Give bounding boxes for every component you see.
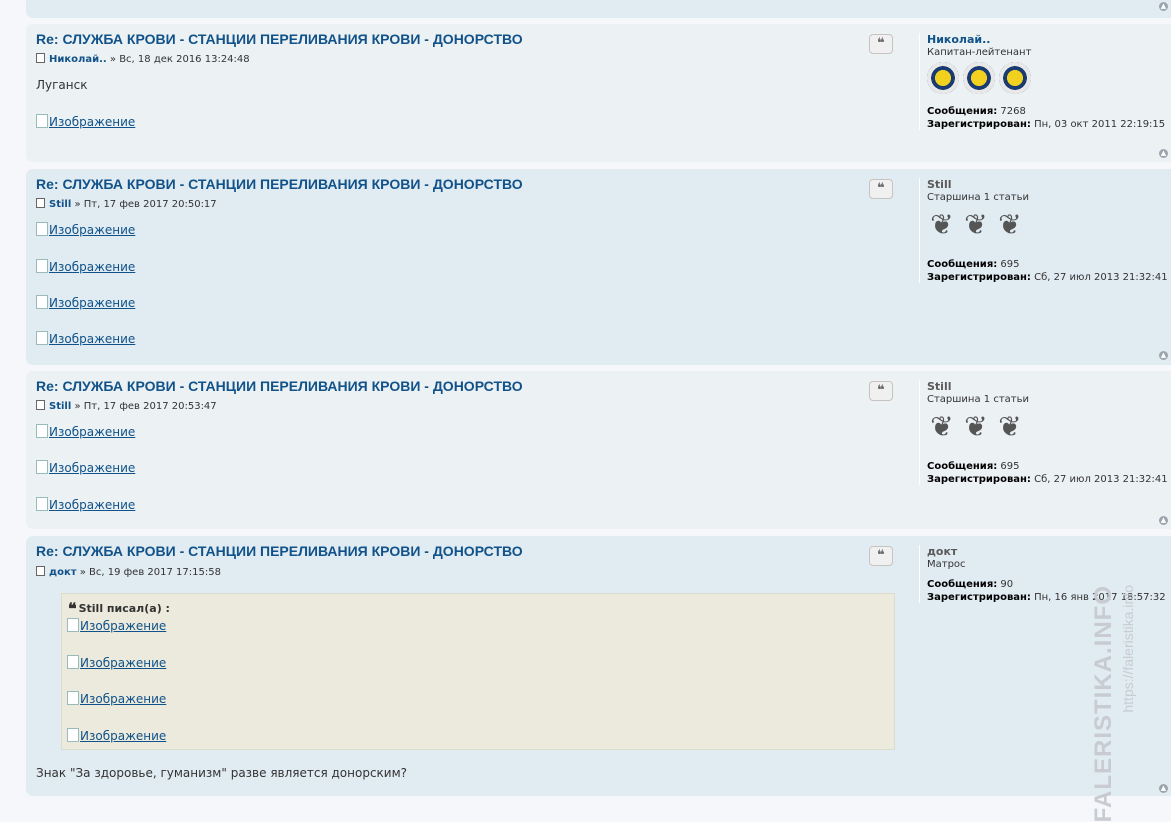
profile-name[interactable]: докт: [927, 545, 1171, 558]
post-icon: [36, 198, 45, 208]
anchor-badge-icon: ⚓: [999, 62, 1031, 94]
profile-name[interactable]: Still: [927, 178, 1171, 191]
broken-image-icon: [36, 424, 48, 438]
image-link[interactable]: Изображение: [36, 460, 135, 475]
post-date: » Вс, 19 фев 2017 17:15:58: [76, 567, 221, 578]
anchor-badge-icon: ⚓: [927, 62, 959, 94]
post-author[interactable]: Still: [49, 401, 71, 412]
profile-messages: Сообщения: 695: [927, 461, 1020, 472]
broken-image-icon: [36, 259, 48, 273]
rank-stripe-icon: ❦: [998, 410, 1022, 443]
profile-messages: Сообщения: 7268: [927, 106, 1026, 117]
image-link[interactable]: Изображение: [36, 114, 135, 129]
author-profile: Still Старшина 1 статьи ❦ ❦ ❦ Сообщения:…: [919, 380, 1171, 485]
profile-messages: Сообщения: 695: [927, 259, 1020, 270]
image-link[interactable]: Изображение: [67, 691, 166, 706]
back-to-top-icon[interactable]: ▲: [1159, 784, 1168, 793]
post-4: Re: СЛУЖБА КРОВИ - СТАНЦИИ ПЕРЕЛИВАНИЯ К…: [26, 536, 1171, 796]
post-title[interactable]: Re: СЛУЖБА КРОВИ - СТАНЦИИ ПЕРЕЛИВАНИЯ К…: [36, 31, 523, 47]
post-author-line: Still » Пт, 17 фев 2017 20:53:47: [36, 400, 217, 412]
rank-stripe-icon: ❦: [964, 208, 988, 241]
image-link[interactable]: Изображение: [36, 331, 135, 346]
image-link[interactable]: Изображение: [36, 259, 135, 274]
post-title[interactable]: Re: СЛУЖБА КРОВИ - СТАНЦИИ ПЕРЕЛИВАНИЯ К…: [36, 543, 523, 559]
post-icon: [36, 400, 45, 410]
post-date: » Вс, 18 дек 2016 13:24:48: [106, 54, 250, 65]
profile-rank: Матрос: [927, 559, 966, 570]
quote-mark-icon: ❝: [68, 599, 77, 618]
profile-rank: Старшина 1 статьи: [927, 394, 1029, 405]
rank-insignia: ❦ ❦ ❦: [927, 203, 1171, 251]
broken-image-icon: [36, 331, 48, 345]
broken-image-icon: [36, 114, 48, 128]
post-author-line: Николай.. » Вс, 18 дек 2016 13:24:48: [36, 53, 250, 65]
rank-stripe-icon: ❦: [964, 410, 988, 443]
rank-stripe-icon: ❦: [998, 208, 1022, 241]
image-link[interactable]: Изображение: [36, 424, 135, 439]
profile-registered: Зарегистрирован: Пн, 03 окт 2011 22:19:1…: [927, 119, 1166, 130]
post-author[interactable]: Still: [49, 199, 71, 210]
left-margin: [0, 0, 26, 796]
watermark-url: https://faleristika.info: [1120, 585, 1136, 713]
broken-image-icon: [36, 222, 48, 236]
back-to-top-icon[interactable]: ▲: [1159, 351, 1168, 360]
quote-button[interactable]: ❝: [869, 381, 893, 401]
quote-button[interactable]: ❝: [869, 34, 893, 54]
quote-block: ❝ Still писал(а) : Изображение Изображени…: [61, 593, 895, 750]
post-text: Луганск: [36, 78, 88, 92]
profile-rank: Старшина 1 статьи: [927, 192, 1029, 203]
post-date: » Пт, 17 фев 2017 20:50:17: [71, 199, 217, 210]
broken-image-icon: [67, 728, 79, 742]
image-link[interactable]: Изображение: [67, 618, 166, 633]
post-2: Re: СЛУЖБА КРОВИ - СТАНЦИИ ПЕРЕЛИВАНИЯ К…: [26, 169, 1171, 365]
profile-rank: Капитан-лейтенант: [927, 47, 1032, 58]
author-profile: Still Старшина 1 статьи ❦ ❦ ❦ Сообщения:…: [919, 178, 1171, 283]
post-icon: [36, 566, 45, 576]
post-title[interactable]: Re: СЛУЖБА КРОВИ - СТАНЦИИ ПЕРЕЛИВАНИЯ К…: [36, 378, 523, 394]
post-title[interactable]: Re: СЛУЖБА КРОВИ - СТАНЦИИ ПЕРЕЛИВАНИЯ К…: [36, 176, 523, 192]
post-1: Re: СЛУЖБА КРОВИ - СТАНЦИИ ПЕРЕЛИВАНИЯ К…: [26, 24, 1171, 162]
watermark-text: FALERISTIKA.INFO: [1090, 585, 1117, 822]
quote-button[interactable]: ❝: [869, 546, 893, 566]
rank-insignia: ⚓ ⚓ ⚓: [927, 62, 1171, 102]
image-link[interactable]: Изображение: [36, 295, 135, 310]
post-partial: ▲: [26, 0, 1171, 18]
broken-image-icon: [36, 460, 48, 474]
quote-author: ❝ Still писал(а) :: [68, 599, 170, 618]
post-author[interactable]: Николай..: [49, 54, 107, 65]
post-author-line: докт » Вс, 19 фев 2017 17:15:58: [36, 566, 221, 578]
anchor-badge-icon: ⚓: [963, 62, 995, 94]
profile-registered: Зарегистрирован: Сб, 27 июл 2013 21:32:4…: [927, 272, 1168, 283]
post-icon: [36, 53, 45, 63]
author-profile: Николай.. Капитан-лейтенант ⚓ ⚓ ⚓ Сообще…: [919, 33, 1171, 130]
quote-button[interactable]: ❝: [869, 179, 893, 199]
back-to-top-icon[interactable]: ▲: [1159, 2, 1168, 11]
back-to-top-icon[interactable]: ▲: [1159, 149, 1168, 158]
broken-image-icon: [67, 618, 79, 632]
broken-image-icon: [67, 655, 79, 669]
back-to-top-icon[interactable]: ▲: [1159, 516, 1168, 525]
profile-name[interactable]: Николай..: [927, 33, 1171, 46]
post-author[interactable]: докт: [49, 567, 77, 578]
image-link[interactable]: Изображение: [36, 497, 135, 512]
broken-image-icon: [67, 691, 79, 705]
rank-stripe-icon: ❦: [930, 410, 954, 443]
profile-registered: Зарегистрирован: Сб, 27 июл 2013 21:32:4…: [927, 474, 1168, 485]
rank-insignia: ❦ ❦ ❦: [927, 405, 1171, 453]
watermark: FALERISTIKA.INFO https://faleristika.inf…: [1090, 585, 1150, 822]
rank-stripe-icon: ❦: [930, 208, 954, 241]
post-3: Re: СЛУЖБА КРОВИ - СТАНЦИИ ПЕРЕЛИВАНИЯ К…: [26, 371, 1171, 529]
broken-image-icon: [36, 497, 48, 511]
post-text: Знак "За здоровье, гуманизм" разве являе…: [36, 766, 408, 780]
broken-image-icon: [36, 295, 48, 309]
image-link[interactable]: Изображение: [67, 655, 166, 670]
image-link[interactable]: Изображение: [36, 222, 135, 237]
post-author-line: Still » Пт, 17 фев 2017 20:50:17: [36, 198, 217, 210]
post-date: » Пт, 17 фев 2017 20:53:47: [71, 401, 217, 412]
image-link[interactable]: Изображение: [67, 728, 166, 743]
profile-name[interactable]: Still: [927, 380, 1171, 393]
